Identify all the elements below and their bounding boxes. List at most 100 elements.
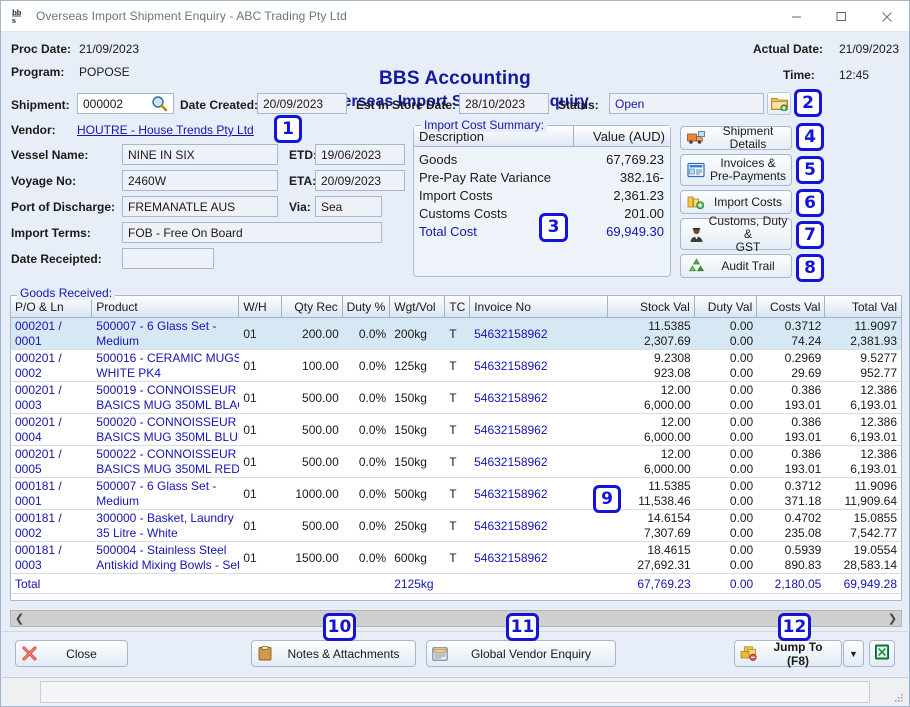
date-created-input[interactable]: 20/09/2023 bbox=[257, 93, 347, 114]
customs-duty-gst-button[interactable]: Customs, Duty & GST bbox=[680, 218, 792, 250]
date-created-value: 20/09/2023 bbox=[263, 97, 323, 111]
goods-received-table: P/O & Ln Product W/H Qty Rec Duty % Wgt/… bbox=[10, 295, 902, 601]
cell-invoice: 54632158962 bbox=[474, 551, 604, 566]
close-icon[interactable] bbox=[864, 1, 909, 32]
close-button[interactable]: Close bbox=[15, 640, 128, 667]
cell-costs-bot: 74.24 bbox=[791, 334, 821, 349]
cell-costs-top: 0.386 bbox=[791, 383, 821, 398]
cell-prod-bot: BASICS MUG 350ML BLUE bbox=[96, 430, 235, 445]
cell-tc: T bbox=[449, 327, 466, 342]
jump-to-dropdown-button[interactable]: ▼ bbox=[843, 640, 864, 667]
col-wgt-vol[interactable]: Wgt/Vol bbox=[390, 296, 445, 317]
import-costs-button[interactable]: Import Costs bbox=[680, 190, 792, 214]
col-duty-pct[interactable]: Duty % bbox=[343, 296, 391, 317]
actual-date-value: 21/09/2023 bbox=[839, 42, 899, 56]
cell-po-bot: 0001 bbox=[15, 494, 88, 509]
cell-tc: T bbox=[449, 391, 466, 406]
truck-icon bbox=[685, 129, 707, 147]
cell-total-bot: 6,193.01 bbox=[850, 462, 897, 477]
import-terms-value: FOB - Free On Board bbox=[128, 226, 243, 240]
shipment-details-button[interactable]: Shipment Details bbox=[680, 126, 792, 150]
col-total-val[interactable]: Total Val bbox=[825, 296, 901, 317]
cell-duty-bot: 0.00 bbox=[730, 334, 753, 349]
vessel-name-input[interactable]: NINE IN SIX bbox=[122, 144, 278, 165]
cell-duty-top: 0.00 bbox=[730, 415, 753, 430]
date-receipted-input[interactable] bbox=[122, 248, 214, 269]
audit-trail-button[interactable]: Audit Trail bbox=[680, 254, 792, 278]
est-in-store-input[interactable]: 28/10/2023 bbox=[459, 93, 549, 114]
cell-po-top: 000181 / bbox=[15, 511, 88, 526]
cell-stock-bot: 2,307.69 bbox=[644, 334, 691, 349]
invoices-prepayments-button[interactable]: Invoices & Pre-Payments bbox=[680, 154, 792, 186]
cell-costs-bot: 193.01 bbox=[785, 398, 822, 413]
total-wgt: 2125kg bbox=[390, 577, 445, 591]
cell-duty-top: 0.00 bbox=[730, 447, 753, 462]
bottom-toolbar: Close Notes & Attachments Global Vendor … bbox=[2, 631, 908, 674]
notes-attachments-button[interactable]: Notes & Attachments bbox=[251, 640, 416, 667]
resize-grip[interactable] bbox=[892, 691, 904, 703]
cell-qty: 200.00 bbox=[302, 327, 339, 342]
col-costs-val[interactable]: Costs Val bbox=[757, 296, 825, 317]
port-of-discharge-input[interactable]: FREMANATLE AUS bbox=[122, 196, 278, 217]
table-row[interactable]: 000181 /0001 500007 - 6 Glass Set -Mediu… bbox=[11, 478, 901, 510]
cell-duty-top: 0.00 bbox=[730, 319, 753, 334]
port-of-discharge-value: FREMANATLE AUS bbox=[128, 200, 235, 214]
cell-stock-bot: 6,000.00 bbox=[644, 462, 691, 477]
table-row[interactable]: 000201 /0002 500016 - CERAMIC MUGSWHITE … bbox=[11, 350, 901, 382]
col-stock-val[interactable]: Stock Val bbox=[608, 296, 695, 317]
col-duty-val[interactable]: Duty Val bbox=[695, 296, 758, 317]
import-terms-input[interactable]: FOB - Free On Board bbox=[122, 222, 382, 243]
vessel-name-value: NINE IN SIX bbox=[128, 148, 195, 162]
cost-row-description: Import Costs bbox=[414, 188, 574, 203]
folder-add-icon[interactable] bbox=[767, 92, 791, 115]
status-input[interactable]: Open bbox=[609, 93, 764, 114]
table-row[interactable]: 000201 /0003 500019 - CONNOISSEURBASICS … bbox=[11, 382, 901, 414]
vendor-link[interactable]: HOUTRE - House Trends Pty Ltd bbox=[77, 123, 254, 137]
cost-row-value: 2,361.23 bbox=[574, 188, 670, 203]
horizontal-scrollbar[interactable]: ❮ ❯ bbox=[10, 610, 902, 627]
table-row[interactable]: 000201 /0005 500022 - CONNOISSEURBASICS … bbox=[11, 446, 901, 478]
est-in-store-label: Est In Store Date: bbox=[356, 98, 456, 112]
eta-input[interactable]: 20/09/2023 bbox=[315, 170, 405, 191]
cell-duty-pct: 0.0% bbox=[359, 551, 386, 566]
cell-wgt: 150kg bbox=[394, 391, 441, 406]
col-wh[interactable]: W/H bbox=[239, 296, 282, 317]
chevron-right-icon[interactable]: ❯ bbox=[884, 612, 901, 625]
cell-wh: 01 bbox=[243, 327, 278, 342]
badge-8: 8 bbox=[796, 254, 824, 282]
global-vendor-enquiry-button[interactable]: Global Vendor Enquiry bbox=[426, 640, 616, 667]
cell-prod-top: 500007 - 6 Glass Set - bbox=[96, 319, 235, 334]
excel-export-button[interactable] bbox=[869, 640, 895, 667]
cell-stock-top: 9.2308 bbox=[654, 351, 691, 366]
col-qty-rec[interactable]: Qty Rec bbox=[282, 296, 343, 317]
time-label: Time: bbox=[783, 68, 815, 82]
import-cost-summary-legend: Import Cost Summary: bbox=[421, 118, 547, 132]
cost-row: Goods 67,769.23 bbox=[414, 150, 670, 168]
cell-invoice: 54632158962 bbox=[474, 455, 604, 470]
col-invoice-no[interactable]: Invoice No bbox=[470, 296, 608, 317]
cell-duty-bot: 0.00 bbox=[730, 462, 753, 477]
voyage-no-label: Voyage No: bbox=[11, 174, 76, 188]
svg-text:s: s bbox=[12, 16, 16, 24]
col-tc[interactable]: TC bbox=[445, 296, 470, 317]
table-row[interactable]: 000181 /0003 500004 - Stainless SteelAnt… bbox=[11, 542, 901, 574]
cell-qty: 500.00 bbox=[302, 423, 339, 438]
excel-export-icon bbox=[874, 644, 890, 663]
chevron-left-icon[interactable]: ❮ bbox=[11, 612, 28, 625]
cost-row-description: Pre-Pay Rate Variance bbox=[414, 170, 574, 185]
badge-2: 2 bbox=[794, 89, 822, 117]
maximize-icon[interactable] bbox=[819, 1, 864, 32]
via-input[interactable]: Sea bbox=[315, 196, 382, 217]
etd-input[interactable]: 19/06/2023 bbox=[315, 144, 405, 165]
cost-col-value: Value (AUD) bbox=[574, 126, 670, 147]
voyage-no-input[interactable]: 2460W bbox=[122, 170, 278, 191]
table-row[interactable]: 000201 /0004 500020 - CONNOISSEURBASICS … bbox=[11, 414, 901, 446]
table-row[interactable]: 000181 /0002 300000 - Basket, Laundry35 … bbox=[11, 510, 901, 542]
magnifier-icon[interactable] bbox=[151, 95, 168, 112]
cell-wgt: 600kg bbox=[394, 551, 441, 566]
minimize-icon[interactable] bbox=[774, 1, 819, 32]
jump-to-button[interactable]: Jump To (F8) bbox=[734, 640, 842, 667]
cell-stock-top: 11.5385 bbox=[648, 479, 691, 494]
notes-attachments-label: Notes & Attachments bbox=[278, 647, 415, 661]
table-row[interactable]: 000201 /0001 500007 - 6 Glass Set -Mediu… bbox=[11, 318, 901, 350]
